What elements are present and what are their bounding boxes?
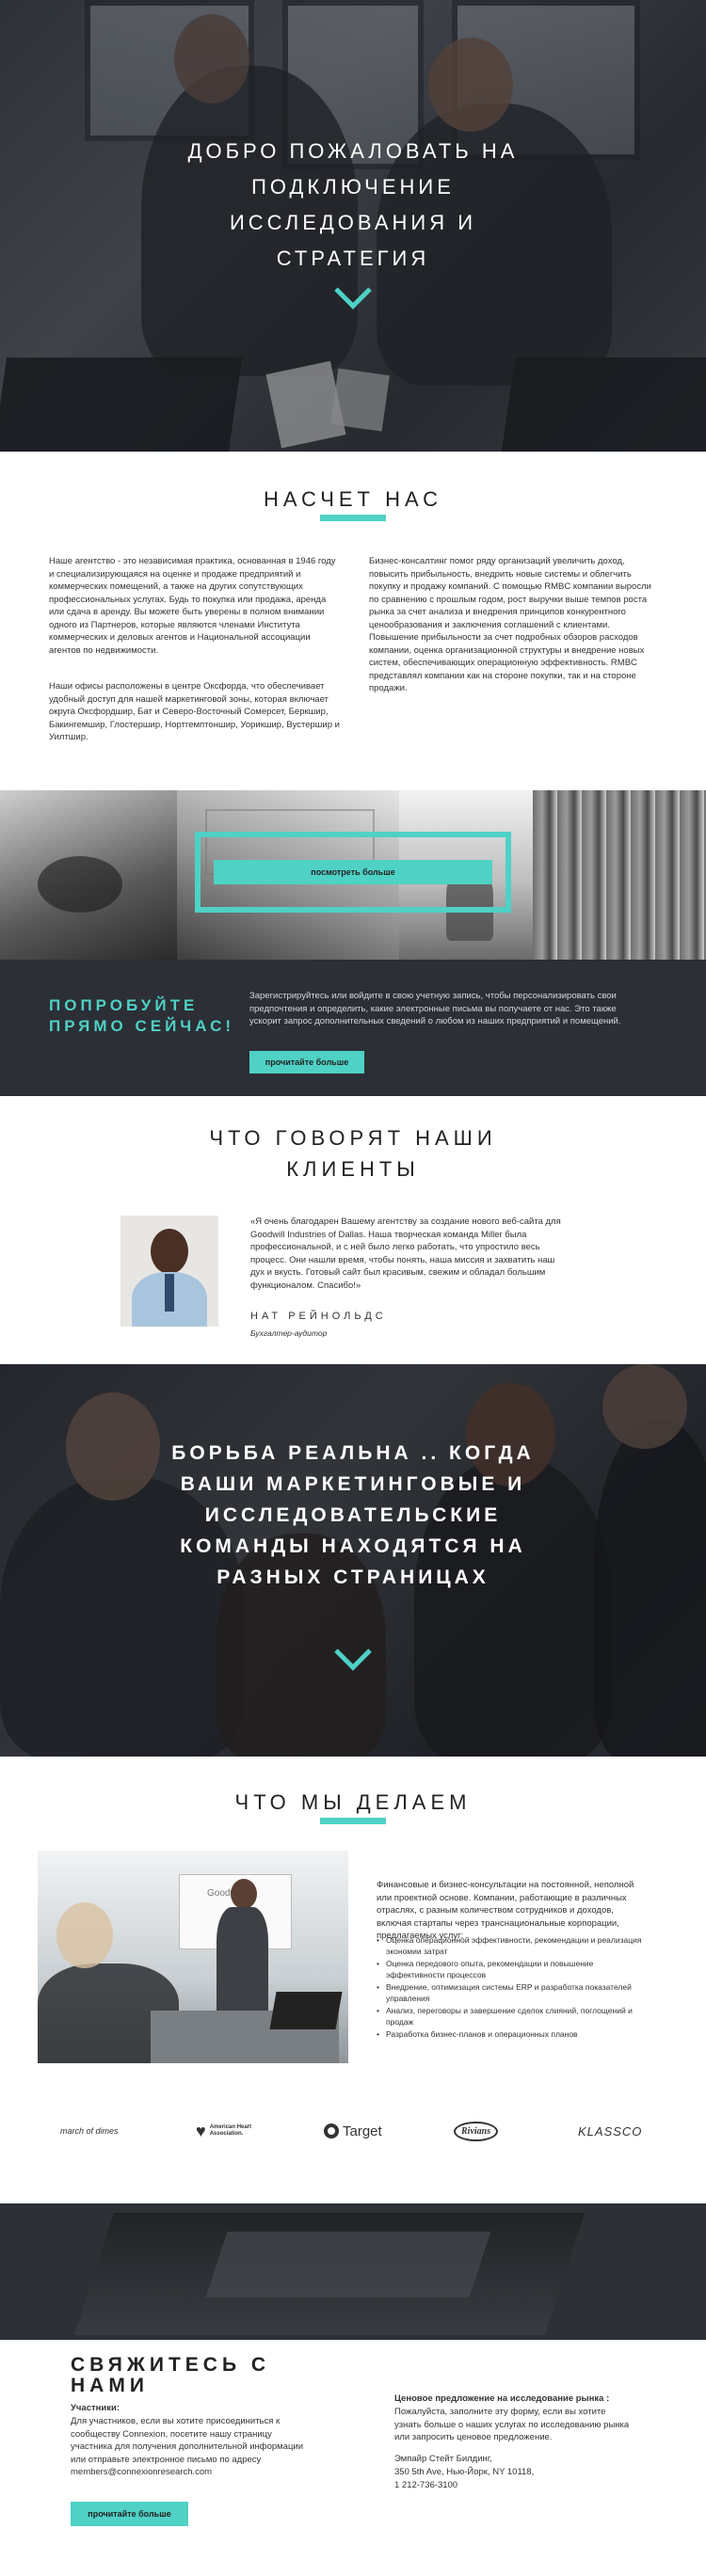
office-image: Goodwill <box>38 1851 348 2063</box>
what-we-do-section: ЧТО МЫ ДЕЛАЕМ Goodwill Финансовые и бизн… <box>0 1757 706 2203</box>
heart-icon: ♥ <box>196 2121 206 2140</box>
list-item: Анализ, переговоры и завершение сделок с… <box>377 2006 650 2027</box>
services-list: Оценка операционной эффективности, реком… <box>377 1935 650 2043</box>
offer-text: Пожалуйста, заполните эту форму, если вы… <box>394 2407 630 2442</box>
accent-bar <box>320 1818 386 1824</box>
about-left-paragraph-2: Наши офисы расположены в центре Оксфорда… <box>49 681 340 742</box>
testimonial-section: ЧТО ГОВОРЯТ НАШИ КЛИЕНТЫ «Я очень благод… <box>0 1096 706 1364</box>
try-now-text: Зарегистрируйтесь или войдите в свою уче… <box>249 991 621 1026</box>
services-intro: Финансовые и бизнес-консультации на пост… <box>377 1880 634 1941</box>
testimonial-role: Бухгалтер-аудитор <box>250 1328 328 1338</box>
accent-bar <box>320 515 386 521</box>
try-now-title: ПОПРОБУЙТЕ ПРЯМО СЕЙЧАС! <box>49 996 235 1035</box>
try-now-section: ПОПРОБУЙТЕ ПРЯМО СЕЙЧАС! Зарегистрируйте… <box>0 960 706 1096</box>
banner-section: БОРЬБА РЕАЛЬНА .. КОГДА ВАШИ МАРКЕТИНГОВ… <box>0 1364 706 1757</box>
about-section: НАСЧЕТ НАС Наше агентство - это независи… <box>0 452 706 790</box>
contact-section: СВЯЖИТЕСЬ С НАМИ Участники: Для участник… <box>0 2340 706 2562</box>
logo-klassco: KLASSCO <box>578 2123 643 2139</box>
logo-american-heart: ♥ American Heart Association. <box>196 2121 252 2140</box>
gallery-section: посмотреть больше <box>0 790 706 960</box>
address-line-1: Эмпайр Стейт Билдинг, <box>394 2454 492 2464</box>
laptop-image-strip <box>0 2203 706 2340</box>
list-item: Внедрение, оптимизация системы ERP и раз… <box>377 1982 650 2004</box>
testimonial-title: ЧТО ГОВОРЯТ НАШИ КЛИЕНТЫ <box>209 1126 497 1181</box>
address-line-2: 350 5th Ave, Нью-Йорк, NY 10118, <box>394 2467 535 2477</box>
list-item: Разработка бизнес-планов и операционных … <box>377 2029 650 2041</box>
gallery-image-1 <box>0 790 177 960</box>
about-title: НАСЧЕТ НАС <box>263 487 443 511</box>
about-left-paragraph-1: Наше агентство - это независимая практик… <box>49 556 336 656</box>
hero-title: ДОБРО ПОЖАЛОВАТЬ НА ПОДКЛЮЧЕНИЕ ИССЛЕДОВ… <box>187 139 519 270</box>
testimonial-name: НАТ РЕЙНОЛЬДС <box>250 1311 387 1322</box>
participants-label: Участники: <box>71 2403 120 2413</box>
logo-target: Target <box>324 2112 382 2150</box>
list-item: Оценка операционной эффективности, реком… <box>377 1935 650 1957</box>
list-item: Оценка передового опыта, рекомендации и … <box>377 1959 650 1980</box>
target-icon <box>324 2123 339 2139</box>
contact-read-more-button[interactable]: прочитайте больше <box>71 2502 188 2526</box>
offer-label: Ценовое предложение на исследование рынк… <box>394 2393 610 2404</box>
what-we-do-title: ЧТО МЫ ДЕЛАЕМ <box>234 1790 472 1814</box>
about-right-paragraph: Бизнес-консалтинг помог ряду организаций… <box>369 556 651 693</box>
participants-text: Для участников, если вы хотите присоедин… <box>71 2416 304 2477</box>
banner-title: БОРЬБА РЕАЛЬНА .. КОГДА ВАШИ МАРКЕТИНГОВ… <box>171 1442 535 1588</box>
phone: 1 212-736-3100 <box>394 2480 458 2490</box>
read-more-button[interactable]: прочитайте больше <box>249 1051 364 1073</box>
see-more-button[interactable]: посмотреть больше <box>214 860 492 884</box>
hero-section: ДОБРО ПОЖАЛОВАТЬ НА ПОДКЛЮЧЕНИЕ ИССЛЕДОВ… <box>0 0 706 452</box>
gallery-image-4 <box>533 790 706 960</box>
logo-rivians: Rivians <box>454 2112 499 2150</box>
contact-title: СВЯЖИТЕСЬ С НАМИ <box>71 2354 271 2396</box>
avatar <box>120 1216 218 1327</box>
logo-march-of-dimes: march of dimes <box>60 2126 119 2136</box>
testimonial-quote: «Я очень благодарен Вашему агентству за … <box>250 1216 561 1291</box>
